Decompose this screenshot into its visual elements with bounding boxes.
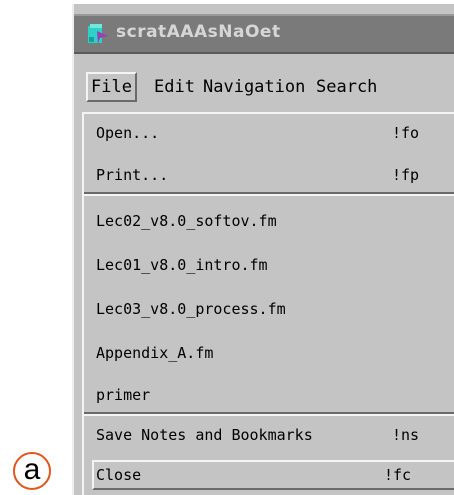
menu-item-close[interactable]: Close !fc (92, 460, 454, 490)
menu-separator (84, 192, 454, 196)
menu-item-save-notes-bookmarks[interactable]: Save Notes and Bookmarks !ns (96, 420, 454, 450)
screenshot-stage: scratAAAsNaOet File Edit Navigation Sear… (0, 0, 454, 495)
recent-file-item[interactable]: Lec02_v8.0_softov.fm (96, 206, 454, 236)
recent-file-item[interactable]: primer (96, 380, 454, 410)
menu-item-label: Print... (96, 166, 169, 184)
menu-item-label: Save Notes and Bookmarks (96, 426, 313, 444)
menu-item-open[interactable]: Open... !fo (96, 118, 454, 148)
menu-bar: File Edit Navigation Search (82, 68, 454, 106)
window-title: scratAAAsNaOet (116, 22, 281, 42)
recent-file-item[interactable]: Lec01_v8.0_intro.fm (96, 250, 454, 280)
menu-item-accelerator: !fo (392, 124, 420, 142)
menu-separator (84, 412, 454, 416)
title-bar[interactable]: scratAAAsNaOet (74, 14, 454, 54)
menu-item-accelerator: !ns (392, 426, 420, 444)
app-icon (88, 24, 108, 44)
menu-item-label: Close (96, 466, 142, 484)
menu-edit[interactable]: Edit (154, 72, 195, 102)
menu-item-print[interactable]: Print... !fp (96, 160, 454, 190)
menu-item-accelerator: !fc (384, 466, 412, 484)
file-menu-dropdown: Open... !fo Print... !fp Lec02_v8.0_soft… (82, 112, 454, 495)
annotation-marker: a (13, 452, 51, 490)
menu-file[interactable]: File (86, 72, 137, 102)
menu-item-accelerator: !fp (392, 166, 420, 184)
recent-file-item[interactable]: Lec03_v8.0_process.fm (96, 294, 454, 324)
menu-navigation[interactable]: Navigation (203, 72, 305, 102)
menu-search[interactable]: Search (316, 72, 377, 102)
menu-item-label: Open... (96, 124, 160, 142)
recent-file-item[interactable]: Appendix_A.fm (96, 338, 454, 368)
application-window: scratAAAsNaOet File Edit Navigation Sear… (72, 4, 454, 495)
